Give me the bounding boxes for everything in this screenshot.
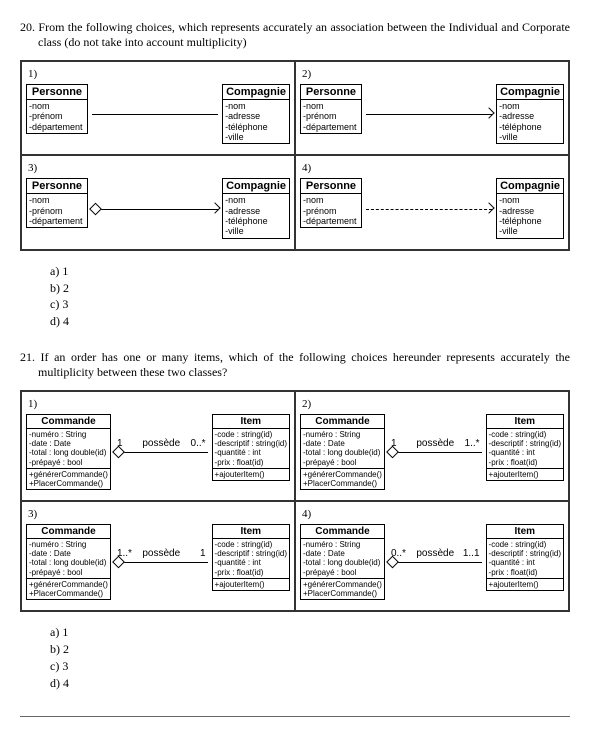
q20-cell-1: 1) Personne nom prénom département Compa…: [21, 61, 295, 155]
q21-answer-d: d) 4: [50, 675, 570, 692]
q20-answer-d: d) 4: [50, 313, 570, 330]
diamond-icon: [89, 202, 102, 215]
q21-cell-1-label: 1): [26, 396, 290, 414]
item-box: Item code : string(id) descriptif : stri…: [212, 524, 290, 591]
bottom-rule: [20, 716, 570, 717]
q21-cell-2: 2) Commande numéro : String date : Date …: [295, 391, 569, 501]
personne-box: Personne nom prénom département: [300, 178, 362, 228]
compagnie-box: Compagnie nom adresse téléphone ville: [222, 84, 290, 144]
q21-cell-2-label: 2): [300, 396, 564, 414]
q21-cell-3-label: 3): [26, 506, 290, 524]
assoc-arrow: [366, 101, 492, 127]
q21-cell-3: 3) Commande numéro : String date : Date …: [21, 501, 295, 611]
arrow-right-icon: [212, 204, 219, 214]
item-box: Item code : string(id) descriptif : stri…: [486, 414, 564, 481]
assoc-plain: [92, 101, 218, 127]
assoc-possede: possède 0..* 1..1: [389, 549, 482, 575]
q21-diagram-grid: 1) Commande numéro : String date : Date …: [20, 390, 570, 612]
q20-cell-2-label: 2): [300, 66, 564, 84]
assoc-possede: possède 1..* 1: [115, 549, 208, 575]
q21-answer-a: a) 1: [50, 624, 570, 641]
q20-diagram-grid: 1) Personne nom prénom département Compa…: [20, 60, 570, 251]
commande-box: Commande numéro : String date : Date tot…: [300, 414, 385, 490]
q20-cell-2: 2) Personne nom prénom département Compa…: [295, 61, 569, 155]
q20-cell-1-label: 1): [26, 66, 290, 84]
q21-prompt: If an order has one or many items, which…: [38, 350, 570, 379]
q20-answer-a: a) 1: [50, 263, 570, 280]
q21-cell-4: 4) Commande numéro : String date : Date …: [295, 501, 569, 611]
q20-answer-c: c) 3: [50, 296, 570, 313]
q20-cell-3: 3) Personne nom prénom département Compa…: [21, 155, 295, 249]
question-21-text: 21. If an order has one or many items, w…: [20, 350, 570, 380]
commande-box: Commande numéro : String date : Date tot…: [300, 524, 385, 600]
compagnie-box: Compagnie nom adresse téléphone ville: [222, 178, 290, 238]
q20-prompt: From the following choices, which repres…: [38, 20, 570, 49]
q20-cell-4: 4) Personne nom prénom département Compa…: [295, 155, 569, 249]
q20-cell-3-label: 3): [26, 160, 290, 178]
arrow-right-icon: [486, 204, 493, 214]
q21-cell-4-label: 4): [300, 506, 564, 524]
assoc-dashed: [366, 196, 492, 222]
question-21: 21. If an order has one or many items, w…: [20, 350, 570, 691]
commande-box: Commande numéro : String date : Date tot…: [26, 524, 111, 600]
q21-answers: a) 1 b) 2 c) 3 d) 4: [50, 624, 570, 691]
assoc-possede: possède 1 1..*: [389, 439, 482, 465]
personne-box: Personne nom prénom département: [300, 84, 362, 134]
q21-number: 21.: [20, 350, 35, 364]
question-20-text: 20. From the following choices, which re…: [20, 20, 570, 50]
q20-answer-b: b) 2: [50, 280, 570, 297]
assoc-aggregate: [92, 196, 218, 222]
item-box: Item code : string(id) descriptif : stri…: [486, 524, 564, 591]
personne-box: Personne nom prénom département: [26, 178, 88, 228]
arrow-right-icon: [486, 109, 493, 119]
assoc-possede: possède 1 0..*: [115, 439, 208, 465]
q21-cell-1: 1) Commande numéro : String date : Date …: [21, 391, 295, 501]
q21-answer-c: c) 3: [50, 658, 570, 675]
q20-cell-4-label: 4): [300, 160, 564, 178]
item-box: Item code : string(id) descriptif : stri…: [212, 414, 290, 481]
compagnie-box: Compagnie nom adresse téléphone ville: [496, 84, 564, 144]
question-20: 20. From the following choices, which re…: [20, 20, 570, 330]
commande-box: Commande numéro : String date : Date tot…: [26, 414, 111, 490]
compagnie-box: Compagnie nom adresse téléphone ville: [496, 178, 564, 238]
q20-answers: a) 1 b) 2 c) 3 d) 4: [50, 263, 570, 330]
personne-box: Personne nom prénom département: [26, 84, 88, 134]
q20-number: 20.: [20, 20, 35, 34]
q21-answer-b: b) 2: [50, 641, 570, 658]
